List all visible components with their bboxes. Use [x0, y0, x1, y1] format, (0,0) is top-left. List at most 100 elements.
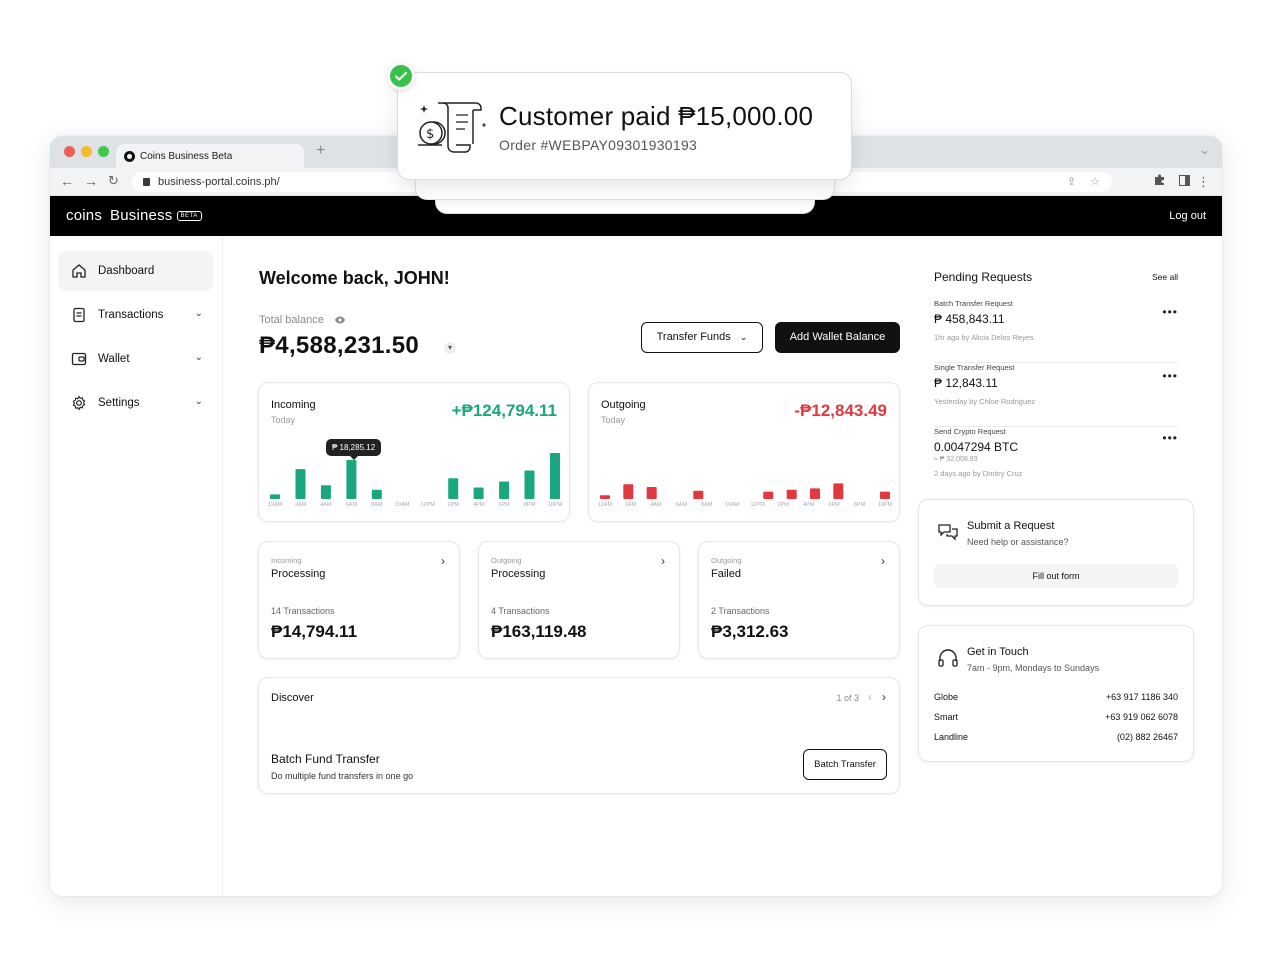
phone-number[interactable]: (02) 882 26467 — [1117, 732, 1178, 742]
outgoing-bar[interactable] — [763, 491, 774, 499]
outgoing-tick-label: 10PM — [878, 502, 893, 508]
fill-out-form-button[interactable]: Fill out form — [934, 564, 1178, 588]
share-icon[interactable]: ⇪ — [1067, 175, 1076, 188]
sidebar-item-wallet[interactable]: Wallet ⌄ — [58, 339, 213, 379]
extensions-puzzle-icon[interactable] — [1154, 174, 1166, 189]
incoming-card[interactable]: Incoming Today +₱124,794.11 12AM 2AM 4AM 6A… — [258, 382, 570, 522]
outgoing-bar[interactable] — [600, 495, 610, 499]
outgoing-bar[interactable] — [810, 488, 820, 499]
outgoing-bar[interactable] — [833, 483, 844, 499]
minimize-window-button[interactable] — [81, 146, 92, 157]
outgoing-card[interactable]: Outgoing Today -₱12,843.49 12AM 2AM 4AM 6AM… — [588, 382, 900, 522]
incoming-bar[interactable] — [371, 489, 382, 499]
chevron-left-icon[interactable]: ‹ — [868, 690, 872, 704]
incoming-bar[interactable] — [550, 453, 560, 499]
more-options-icon[interactable]: ••• — [1162, 369, 1178, 383]
more-options-icon[interactable]: ••• — [1162, 431, 1178, 445]
incoming-bar[interactable] — [346, 459, 357, 499]
phone-number[interactable]: +63 919 062 6078 — [1105, 712, 1178, 722]
request-type: Send Crypto Request — [934, 427, 1006, 436]
outgoing-tick-label: 6AM — [676, 502, 688, 508]
sidebar-toggle-icon[interactable] — [1179, 174, 1190, 189]
main-content: Welcome back, JOHN! Total balance ₱4,588… — [224, 236, 922, 896]
eye-icon[interactable] — [334, 314, 346, 326]
reload-icon[interactable]: ↻ — [108, 173, 119, 189]
coins-business-logo[interactable]: coins Business BETA — [66, 207, 202, 224]
sidebar-item-dashboard[interactable]: Dashboard — [58, 251, 213, 291]
sidebar-item-label: Dashboard — [98, 265, 155, 277]
request-meta: Yesterday by Chloe Rodriguez — [934, 397, 1036, 406]
chevron-right-icon: › — [441, 554, 445, 568]
phone-number[interactable]: +63 917 1186 340 — [1106, 692, 1178, 702]
incoming-bar[interactable] — [448, 478, 459, 499]
bar-tooltip: ₱ 18,285.12 — [326, 439, 382, 460]
incoming-processing-card[interactable]: Incoming Processing › 14 Transactions ₱1… — [258, 541, 460, 659]
incoming-bar[interactable] — [320, 485, 331, 499]
outgoing-bar[interactable] — [623, 484, 634, 499]
new-tab-button[interactable]: + — [316, 142, 325, 160]
summary-count: 2 Transactions — [711, 606, 770, 616]
outgoing-tick-label: 6PM — [828, 502, 840, 508]
tab-list-chevron-icon[interactable]: ⌄ — [1199, 142, 1210, 158]
summary-amount: ₱3,312.63 — [711, 622, 789, 641]
summary-small-label: Incoming — [271, 556, 302, 565]
outgoing-failed-card[interactable]: Outgoing Failed › 2 Transactions ₱3,312.… — [698, 541, 900, 659]
logout-link[interactable]: Log out — [1169, 210, 1206, 222]
request-item[interactable]: Batch Transfer Request ₱ 458,843.11 1hr … — [934, 299, 1178, 363]
chevron-right-icon[interactable]: › — [882, 690, 886, 704]
maximize-window-button[interactable] — [98, 146, 109, 157]
outgoing-tick-label: 4AM — [650, 502, 662, 508]
submit-request-card: Submit a Request Need help or assistance… — [918, 499, 1194, 606]
balance-chevron-down-icon[interactable]: ▾ — [444, 342, 456, 354]
success-check-icon — [387, 62, 415, 90]
discover-description: Do multiple fund transfers in one go — [271, 771, 414, 781]
add-wallet-balance-button[interactable]: Add Wallet Balance — [775, 322, 900, 353]
incoming-tick-label: 8AM — [371, 502, 383, 508]
svg-text:$: $ — [426, 127, 434, 142]
more-options-icon[interactable]: ••• — [1162, 305, 1178, 319]
outgoing-tick-label: 8AM — [701, 502, 713, 508]
request-type: Single Transfer Request — [934, 363, 1015, 372]
back-arrow-icon[interactable]: ← — [60, 173, 74, 189]
browser-menu-icon[interactable]: ⋮ — [1197, 174, 1210, 190]
browser-tab[interactable]: Coins Business Beta — [116, 144, 304, 168]
incoming-bar[interactable] — [524, 470, 535, 500]
home-icon — [72, 264, 86, 278]
outgoing-bar[interactable] — [786, 489, 797, 499]
request-amount: 0.0047294 BTC — [934, 440, 1019, 454]
chevron-down-icon: ⌄ — [194, 352, 203, 363]
close-window-button[interactable] — [64, 146, 75, 157]
sidebar-item-settings[interactable]: Settings ⌄ — [58, 383, 213, 423]
bookmark-star-icon[interactable]: ☆ — [1090, 175, 1100, 188]
request-fiat-equivalent: ≈ ₱ 32,008.93 — [934, 456, 978, 463]
request-amount: ₱ 458,843.11 — [934, 312, 1005, 326]
request-item[interactable]: Send Crypto Request 0.0047294 BTC ≈ ₱ 32… — [934, 427, 1178, 491]
incoming-bar[interactable] — [499, 481, 510, 500]
incoming-tick-label: 12PM — [421, 502, 436, 508]
forward-arrow-icon[interactable]: → — [84, 173, 98, 189]
page-title: Welcome back, JOHN! — [259, 268, 450, 288]
sidebar-item-label: Transactions — [98, 309, 164, 321]
incoming-bar[interactable] — [295, 469, 306, 499]
payment-notification[interactable]: $ Customer paid ₱15,000.00 Order #WEBPAY… — [397, 72, 852, 180]
see-all-link[interactable]: See all — [1152, 272, 1178, 282]
get-in-touch-title: Get in Touch — [967, 646, 1029, 658]
incoming-bar[interactable] — [473, 487, 484, 500]
document-icon — [73, 307, 85, 323]
incoming-bar[interactable] — [270, 494, 280, 499]
sidebar-item-transactions[interactable]: Transactions ⌄ — [58, 295, 213, 335]
outgoing-bar-chart: 12AM 2AM 4AM 6AM 8AM 10AM 12PM 2PM 4PM 6PM 8PM 10PM — [598, 483, 893, 508]
outgoing-bar[interactable] — [693, 490, 704, 499]
transfer-funds-button[interactable]: Transfer Funds ⌄ — [641, 322, 763, 353]
outgoing-bar[interactable] — [880, 491, 890, 499]
submit-request-subtitle: Need help or assistance? — [967, 537, 1069, 547]
outgoing-bar[interactable] — [646, 487, 657, 499]
phone-label: Landline — [934, 732, 969, 742]
outgoing-processing-card[interactable]: Outgoing Processing › 4 Transactions ₱16… — [478, 541, 680, 659]
logo-business: Business — [110, 207, 173, 224]
batch-transfer-button[interactable]: Batch Transfer — [803, 749, 887, 780]
summary-title: Failed — [711, 568, 741, 580]
phone-row: Landline (02) 882 26467 — [934, 732, 1178, 746]
lock-icon — [143, 178, 150, 186]
request-item[interactable]: Single Transfer Request ₱ 12,843.11 Yest… — [934, 363, 1178, 427]
